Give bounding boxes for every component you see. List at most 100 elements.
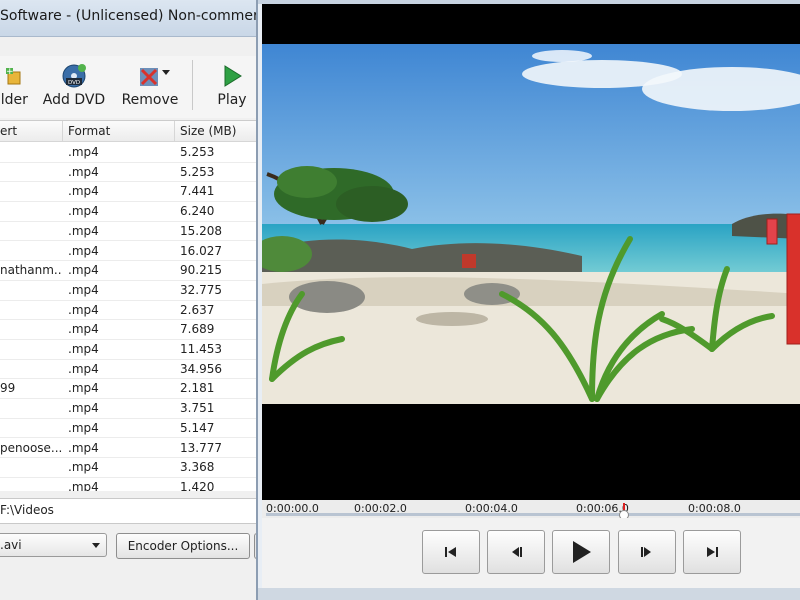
beach-video-frame (262, 44, 800, 404)
playback-controls (262, 518, 800, 588)
size-cell: 90.215 (180, 263, 222, 278)
encoder-options-button[interactable]: Encoder Options... (116, 533, 250, 559)
skip-to-end-button[interactable] (683, 530, 741, 574)
format-cell: .mp4 (68, 243, 99, 258)
output-path-text: F:\Videos (0, 503, 54, 517)
svg-text:+: + (6, 67, 14, 77)
chevron-down-icon (92, 543, 100, 548)
window-title: Software - (Unlicensed) Non-commercial h (0, 8, 262, 24)
table-row[interactable]: .mp4 34.956 (0, 359, 256, 380)
format-cell: .mp4 (68, 322, 99, 337)
output-format-value: .avi (0, 538, 22, 552)
play-icon (220, 64, 244, 88)
toolbar: + older DVD Add DVD Remove Play (0, 56, 262, 118)
table-row[interactable]: 99 .mp4 2.181 (0, 378, 256, 400)
column-header-format[interactable]: Format (68, 124, 110, 138)
skip-to-end-icon (707, 547, 718, 557)
size-cell: 2.637 (180, 302, 215, 317)
format-cell: .mp4 (68, 302, 99, 317)
column-header-size[interactable]: Size (MB) (180, 124, 236, 138)
table-row[interactable]: .mp4 5.253 (0, 142, 256, 163)
table-header: ert Format Size (MB) (0, 121, 256, 142)
step-back-button[interactable] (487, 530, 545, 574)
table-row[interactable]: .mp4 6.240 (0, 201, 256, 222)
size-cell: 6.240 (180, 204, 215, 219)
add-folder-button[interactable]: + older (0, 56, 36, 116)
column-header-name[interactable]: ert (0, 124, 17, 138)
size-cell: 15.208 (180, 223, 222, 238)
size-cell: 34.956 (180, 361, 222, 376)
column-divider[interactable] (62, 121, 63, 141)
table-row[interactable]: .mp4 11.453 (0, 339, 256, 360)
table-row[interactable]: .mp4 16.027 (0, 241, 256, 262)
remove-button[interactable]: Remove (118, 56, 182, 116)
play-icon (573, 541, 591, 563)
format-cell: .mp4 (68, 361, 99, 376)
table-row[interactable]: .mp4 32.775 (0, 280, 256, 301)
size-cell: 7.689 (180, 322, 215, 337)
format-cell: .mp4 (68, 342, 99, 356)
play-pause-button[interactable] (552, 530, 610, 574)
table-row[interactable]: .mp4 1.420 (0, 477, 256, 491)
format-cell: .mp4 (68, 145, 99, 159)
format-cell: .mp4 (68, 420, 99, 435)
step-forward-icon (641, 547, 651, 557)
preview-player-window: 0:00:00.0 0:00:02.0 0:00:04.0 0:00:06.0 … (256, 0, 800, 600)
size-cell: 16.027 (180, 243, 222, 258)
desktop-background (258, 588, 800, 600)
size-cell: 5.253 (180, 145, 215, 159)
size-cell: 5.147 (180, 420, 215, 435)
format-cell: .mp4 (68, 282, 99, 297)
size-cell: 7.441 (180, 184, 215, 199)
file-name-cell: 99 (0, 381, 16, 396)
size-cell: 3.368 (180, 460, 215, 475)
video-preview[interactable] (262, 4, 800, 500)
table-row[interactable]: .mp4 2.637 (0, 300, 256, 321)
timeline-track[interactable] (266, 513, 800, 516)
table-row[interactable]: .mp4 3.368 (0, 457, 256, 478)
size-cell: 3.751 (180, 401, 215, 416)
file-name-cell: penoose... (0, 440, 62, 455)
table-row[interactable]: penoose... .mp4 13.777 (0, 438, 256, 459)
size-cell: 1.420 (180, 479, 215, 491)
table-row[interactable]: .mp4 5.253 (0, 162, 256, 183)
remove-icon (138, 64, 170, 88)
format-cell: .mp4 (68, 381, 99, 396)
skip-to-start-button[interactable] (422, 530, 480, 574)
format-cell: .mp4 (68, 401, 99, 416)
toolbar-separator (192, 60, 193, 110)
table-row[interactable]: .mp4 3.751 (0, 398, 256, 419)
play-button[interactable]: Play (210, 56, 254, 116)
format-cell: .mp4 (68, 460, 99, 475)
skip-to-start-icon (445, 547, 456, 557)
format-cell: .mp4 (68, 440, 99, 455)
file-name-cell: nathanm... (0, 263, 62, 278)
timeline[interactable]: 0:00:00.0 0:00:02.0 0:00:04.0 0:00:06.0 … (262, 500, 800, 520)
table-row[interactable]: .mp4 5.147 (0, 418, 256, 439)
format-cell: .mp4 (68, 164, 99, 179)
output-format-select[interactable]: .avi (0, 533, 107, 557)
add-dvd-button[interactable]: DVD Add DVD (42, 56, 106, 116)
step-back-icon (512, 547, 522, 557)
format-cell: .mp4 (68, 204, 99, 219)
size-cell: 5.253 (180, 164, 215, 179)
dvd-icon: DVD (62, 64, 86, 88)
svg-text:DVD: DVD (68, 80, 80, 86)
size-cell: 11.453 (180, 342, 222, 356)
file-list-table[interactable]: ert Format Size (MB) .mp4 5.253 .mp4 5.253.… (0, 120, 256, 491)
format-cell: .mp4 (68, 479, 99, 491)
size-cell: 2.181 (180, 381, 215, 396)
title-bar[interactable]: Software - (Unlicensed) Non-commercial h (0, 0, 262, 37)
format-cell: .mp4 (68, 184, 99, 199)
output-path-field[interactable]: F:\Videos (0, 498, 257, 524)
table-row[interactable]: nathanm... .mp4 90.215 (0, 260, 256, 281)
format-cell: .mp4 (68, 263, 99, 278)
column-divider[interactable] (174, 121, 175, 141)
table-row[interactable]: .mp4 15.208 (0, 221, 256, 242)
format-cell: .mp4 (68, 223, 99, 238)
size-cell: 13.777 (180, 440, 222, 455)
step-forward-button[interactable] (618, 530, 676, 574)
table-row[interactable]: .mp4 7.689 (0, 319, 256, 340)
add-folder-icon: + (6, 64, 30, 88)
table-row[interactable]: .mp4 7.441 (0, 181, 256, 203)
